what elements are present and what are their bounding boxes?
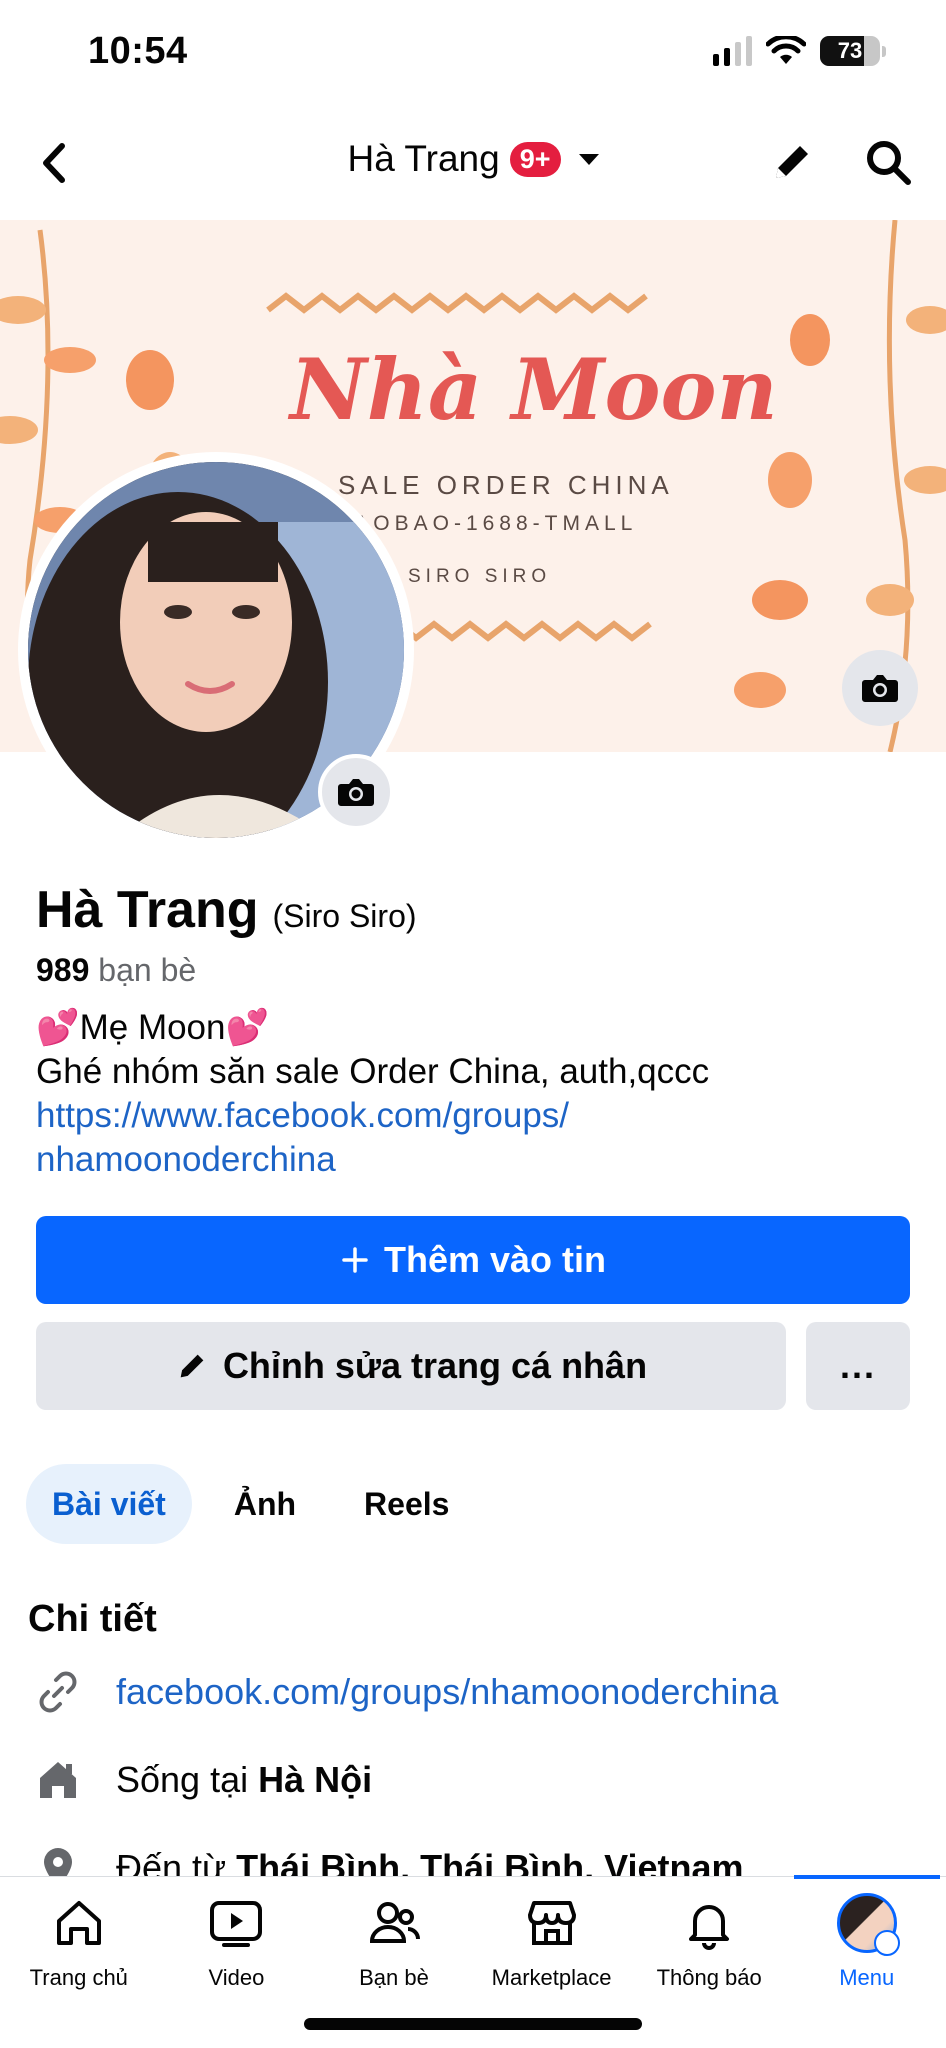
tabbar-marketplace[interactable]: Marketplace: [473, 1891, 631, 1991]
bio-link-part-1[interactable]: https://www.facebook.com/groups/: [36, 1094, 916, 1138]
page-title: Hà Trang: [347, 138, 500, 179]
edit-profile-label: Chỉnh sửa trang cá nhân: [222, 1345, 648, 1386]
detail-link-row[interactable]: facebook.com/groups/nhamoonoderchina: [30, 1664, 778, 1720]
tabbar-friends[interactable]: Bạn bè: [315, 1891, 473, 1991]
add-to-story-label: Thêm vào tin: [383, 1239, 607, 1280]
notification-badge: 9+: [509, 141, 561, 177]
tab-reels[interactable]: Reels: [338, 1464, 475, 1544]
home-icon: [30, 1752, 86, 1808]
bio-line-2: Ghé nhóm săn sale Order China, auth,qccc: [36, 1052, 710, 1091]
cover-line-3: SIRO SIRO: [408, 566, 552, 587]
active-tab-indicator: [794, 1875, 940, 1879]
two-hearts-icon: 💕: [36, 1008, 80, 1047]
tabbar-home-label: Trang chủ: [29, 1965, 128, 1990]
profile-tabs: Bài viết Ảnh Reels: [26, 1464, 475, 1544]
cellular-signal-icon: [713, 36, 752, 66]
edit-button[interactable]: [768, 138, 816, 186]
top-navigation: Hà Trang 9+: [0, 110, 946, 220]
bell-icon: [677, 1891, 741, 1955]
bio-link-part-2[interactable]: nhamoonoderchina: [36, 1138, 916, 1182]
tabbar-home[interactable]: Trang chủ: [0, 1891, 158, 1991]
status-time: 10:54: [88, 30, 188, 72]
pencil-icon: [776, 146, 808, 178]
two-hearts-icon: 💕: [225, 1008, 270, 1047]
more-options-button[interactable]: ...: [806, 1322, 910, 1410]
edit-cover-photo-button[interactable]: [842, 650, 918, 726]
tabbar-notifications-label: Thông báo: [656, 1965, 762, 1990]
tabbar-menu[interactable]: Menu: [788, 1891, 946, 1991]
friends-label: bạn bè: [98, 952, 197, 988]
camera-icon: [862, 675, 898, 702]
bio-line-1: 💕Mẹ Moon💕: [36, 1006, 916, 1050]
home-indicator: [304, 2018, 642, 2030]
more-options-label: ...: [839, 1345, 876, 1386]
tabbar-video[interactable]: Video: [158, 1891, 316, 1991]
menu-avatar-icon: [835, 1891, 900, 1956]
battery-icon: 73: [820, 36, 880, 66]
search-button[interactable]: [864, 138, 912, 186]
profile-alt-name: (Siro Siro): [272, 898, 417, 934]
lives-prefix: Sống tại: [116, 1759, 249, 1800]
tab-photos[interactable]: Ảnh: [208, 1464, 322, 1544]
status-bar: 10:54 73: [0, 0, 946, 100]
link-icon: [30, 1664, 86, 1720]
detail-link-text[interactable]: facebook.com/groups/nhamoonoderchina: [116, 1671, 778, 1713]
tabbar-marketplace-label: Marketplace: [491, 1965, 612, 1990]
marketplace-icon: [520, 1891, 584, 1955]
friends-icon: [362, 1891, 426, 1955]
tab-posts[interactable]: Bài viết: [26, 1464, 192, 1544]
menu-lines-icon: [873, 1930, 900, 1956]
cover-line-2: TAOBAO-1688-TMALL: [338, 512, 638, 535]
profile-name-row: Hà Trang (Siro Siro): [36, 880, 417, 940]
add-to-story-button[interactable]: Thêm vào tin: [36, 1216, 910, 1304]
tabbar-menu-label: Menu: [839, 1965, 895, 1990]
battery-level: 73: [837, 38, 863, 63]
edit-profile-picture-button[interactable]: [318, 754, 394, 830]
status-icons: 73: [713, 36, 886, 66]
details-heading: Chi tiết: [28, 1598, 157, 1640]
tabbar-friends-label: Bạn bè: [359, 1965, 429, 1990]
plus-icon: [342, 1247, 368, 1273]
pencil-icon: [180, 1354, 204, 1378]
detail-lives-row: Sống tại Hà Nội: [30, 1752, 372, 1808]
friends-number: 989: [36, 952, 90, 988]
edit-profile-button[interactable]: Chỉnh sửa trang cá nhân: [36, 1322, 786, 1410]
cover-brand-text: Nhà Moon: [290, 340, 778, 439]
profile-bio: 💕Mẹ Moon💕 Ghé nhóm săn sale Order China,…: [36, 1006, 916, 1182]
tabbar-notifications[interactable]: Thông báo: [630, 1891, 788, 1991]
cover-line-1: SALE ORDER CHINA: [338, 470, 674, 500]
video-icon: [204, 1891, 268, 1955]
lives-place: Hà Nội: [258, 1759, 373, 1800]
profile-name: Hà Trang: [36, 881, 259, 939]
home-icon: [47, 1891, 111, 1955]
friends-count[interactable]: 989 bạn bè: [36, 952, 196, 989]
wifi-icon: [766, 36, 806, 64]
search-icon: [867, 141, 911, 185]
tabbar-video-label: Video: [208, 1965, 265, 1990]
camera-icon: [338, 779, 374, 806]
caret-down-icon: [578, 153, 599, 165]
bio-line-1-text: Mẹ Moon: [79, 1008, 226, 1047]
